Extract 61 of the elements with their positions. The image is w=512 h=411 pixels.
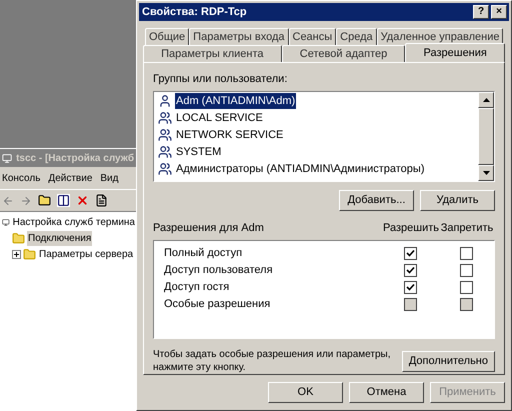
help-button[interactable]: ? (473, 5, 489, 19)
close-button[interactable]: × (491, 5, 507, 19)
people-icon (158, 162, 172, 176)
tab[interactable]: Удаленное управление (376, 28, 504, 45)
window-title: tscc - [Настройка служб (16, 152, 134, 166)
list-item[interactable]: NETWORK SERVICE (175, 126, 284, 144)
scroll-down-icon (482, 171, 490, 176)
tab[interactable]: Параметры входа (189, 28, 288, 45)
properties-icon[interactable] (95, 194, 108, 207)
list-item[interactable]: Adm (ANTIADMIN\Adm) (175, 92, 296, 110)
scroll-up-icon (482, 98, 490, 102)
folder-up-icon[interactable] (38, 194, 51, 207)
tab[interactable]: Параметры клиента (143, 45, 282, 62)
people-icon (158, 128, 172, 142)
list-item[interactable]: SYSTEM (175, 144, 222, 160)
dialog-button[interactable]: OK (268, 382, 343, 403)
permission-name: Особые разрешения (163, 296, 272, 312)
permission-name: Полный доступ (163, 246, 244, 261)
back-icon[interactable] (2, 194, 14, 206)
tree-item[interactable]: Параметры сервера (38, 246, 134, 262)
tree-toggle-icon[interactable] (57, 194, 70, 207)
checkbox[interactable] (460, 246, 472, 260)
person-icon (158, 94, 172, 108)
remove-button[interactable]: Удалить (420, 190, 495, 212)
menu-item[interactable]: Консоль (2, 170, 40, 186)
delete-icon[interactable] (76, 194, 89, 207)
tab[interactable]: Разрешения (405, 43, 505, 62)
dialog-button[interactable]: Отмена (349, 382, 424, 403)
checkbox[interactable] (460, 280, 472, 294)
advanced-button[interactable]: Дополнительно (402, 350, 495, 372)
checkbox[interactable] (404, 264, 416, 277)
forward-icon[interactable] (20, 194, 32, 206)
tab[interactable]: Среда (336, 28, 377, 45)
checkbox[interactable] (404, 246, 416, 260)
tree-item[interactable]: Подключения (27, 230, 92, 246)
list-item[interactable]: LOCAL SERVICE (175, 110, 264, 126)
people-icon (158, 145, 172, 159)
menu-item[interactable]: Вид (100, 170, 118, 186)
folder-icon (23, 248, 36, 260)
people-icon (158, 111, 172, 125)
expand-icon[interactable] (12, 250, 21, 258)
tab[interactable]: Общие (145, 28, 190, 45)
checkbox[interactable] (460, 264, 472, 277)
users-label: Группы или пользователи: (153, 72, 288, 87)
list-item[interactable]: Администраторы (ANTIADMIN\Администраторы) (175, 160, 426, 178)
column-header: Разрешить (383, 221, 439, 236)
hint-text: Чтобы задать особые разрешения или параметры, нажмите эту кнопку. (153, 348, 392, 374)
tree-item[interactable]: Настройка служб термина (12, 214, 136, 230)
console-app-icon (2, 152, 12, 164)
permission-name: Доступ пользователя (163, 262, 274, 278)
permissions-label: Разрешения для Adm (153, 221, 265, 236)
dialog-title: Свойства: RDP-Tcp (142, 4, 247, 20)
scrollbar[interactable] (478, 92, 494, 182)
menu-item[interactable]: Действие (48, 170, 92, 186)
permission-name: Доступ гостя (163, 280, 230, 295)
add-button[interactable]: Добавить... (339, 190, 414, 212)
column-header: Запретить (440, 221, 494, 236)
tab[interactable]: Сеансы (288, 28, 336, 45)
tab[interactable]: Сетевой адаптер (282, 45, 406, 62)
checkbox[interactable] (404, 280, 416, 294)
folder-icon (12, 232, 25, 244)
